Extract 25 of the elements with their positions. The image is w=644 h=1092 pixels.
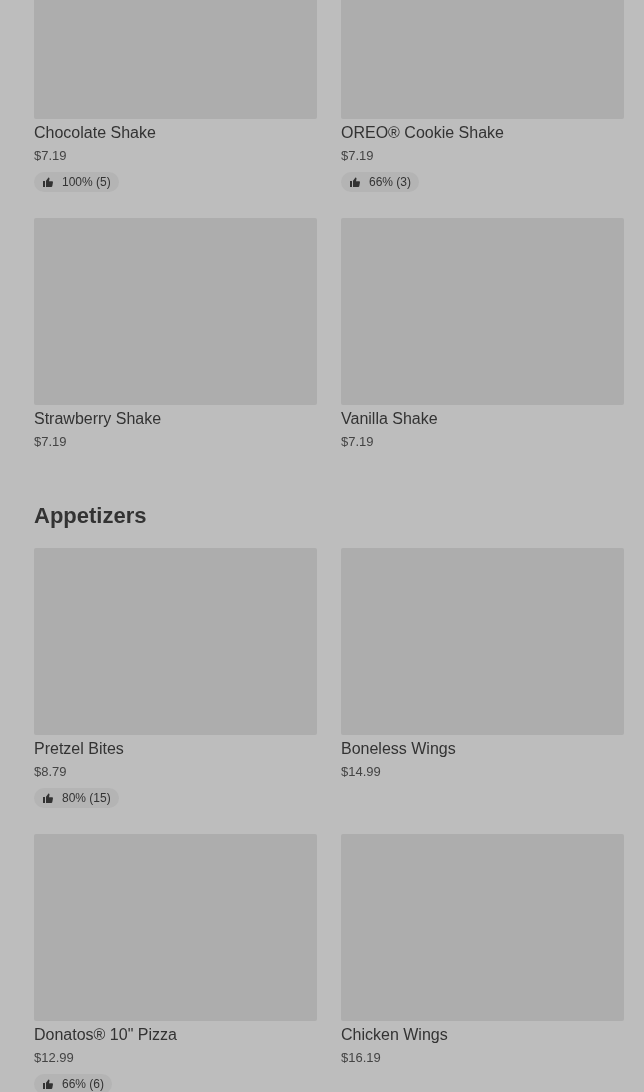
thumbs-up-icon	[42, 1078, 54, 1090]
item-price: $16.19	[341, 1049, 382, 1067]
item-name: Donatos® 10" Pizza	[34, 1025, 178, 1045]
item-name: Boneless Wings	[341, 739, 457, 759]
item-price: $7.19	[34, 433, 68, 451]
item-name: Chicken Wings	[341, 1025, 449, 1045]
item-price: $7.19	[341, 147, 375, 165]
item-price: $7.19	[34, 147, 68, 165]
section-heading: Appetizers	[34, 502, 148, 530]
item-price: $14.99	[341, 763, 382, 781]
item-name: Pretzel Bites	[34, 739, 125, 759]
rating-badge: 80% (15)	[34, 788, 119, 808]
item-price: $8.79	[34, 763, 68, 781]
item-name: OREO® Cookie Shake	[341, 123, 505, 143]
item-price: $12.99	[34, 1049, 75, 1067]
item-name: Vanilla Shake	[341, 409, 439, 429]
item-name: Strawberry Shake	[34, 409, 163, 429]
item-name: Chocolate Shake	[34, 123, 157, 143]
thumbs-up-icon	[349, 176, 361, 188]
rating-badge: 66% (6)	[34, 1074, 113, 1092]
item-price: $7.19	[341, 433, 375, 451]
rating-badge: 66% (3)	[341, 172, 420, 192]
thumbs-up-icon	[42, 176, 54, 188]
thumbs-up-icon	[42, 792, 54, 804]
rating-badge: 100% (5)	[34, 172, 119, 192]
